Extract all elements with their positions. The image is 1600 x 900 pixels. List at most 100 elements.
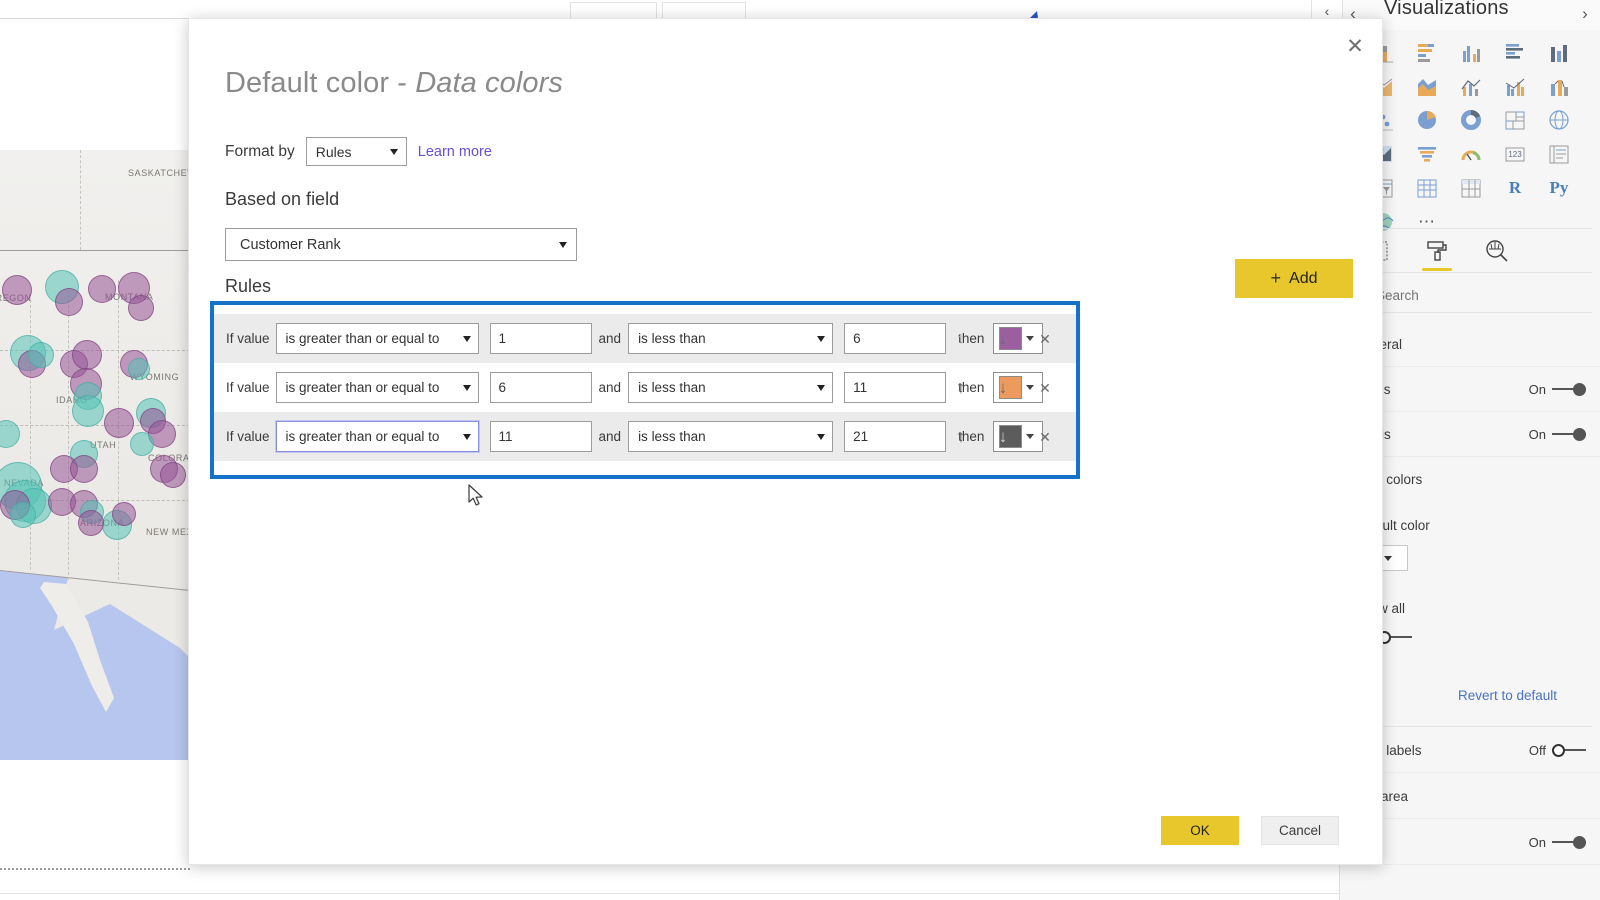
python-visual-icon[interactable]: Py: [1542, 174, 1576, 202]
ribbon-tab-a[interactable]: [570, 2, 657, 19]
stacked-column-chart-icon[interactable]: [1410, 38, 1444, 66]
and-label: and: [598, 380, 622, 395]
rule-operator1-select[interactable]: is greater than or equal to: [275, 421, 479, 452]
ok-button[interactable]: OK: [1161, 816, 1239, 845]
100-stacked-bar-icon[interactable]: [1542, 38, 1576, 66]
rule-operator1-select[interactable]: is greater than or equal to: [275, 372, 479, 403]
toggle-state-label: On: [1528, 381, 1546, 397]
rule-operator2-value: is less than: [638, 429, 706, 444]
format-by-select[interactable]: Rules: [305, 137, 407, 166]
search-input[interactable]: [1374, 283, 1588, 307]
format-pane-tabs: [1360, 232, 1590, 271]
table-icon-glyph: [1417, 179, 1437, 198]
data-labels-toggle[interactable]: Off: [1529, 743, 1586, 758]
analytics-tab[interactable]: [1480, 236, 1514, 266]
move-down-button[interactable]: ↓: [988, 324, 1018, 354]
ribbon-tab-b[interactable]: [662, 2, 746, 19]
toggle-switch[interactable]: [1552, 835, 1586, 849]
rule-value1-input[interactable]: [489, 421, 592, 452]
move-up-button[interactable]: ↑: [946, 373, 976, 403]
visual-type-gallery[interactable]: 123 R Py ⋯: [1366, 38, 1588, 238]
dialog-title-main: Default color: [225, 67, 390, 99]
close-icon: ✕: [1039, 428, 1051, 445]
move-down-button[interactable]: ↓: [988, 422, 1018, 452]
move-up-button[interactable]: ↑: [946, 324, 976, 354]
stacked-area-chart-icon[interactable]: [1410, 72, 1444, 100]
visualizations-pane-title: Visualizations: [1384, 0, 1509, 19]
chevron-down-icon: [559, 241, 567, 248]
close-icon: ✕: [1039, 330, 1051, 347]
move-down-button[interactable]: ↓: [988, 373, 1018, 403]
toggle-switch[interactable]: [1378, 631, 1413, 644]
py-label: Py: [1549, 178, 1569, 197]
based-on-field-heading: Based on field: [225, 189, 340, 209]
funnel-icon-glyph: [1418, 147, 1436, 162]
add-rule-label: Add: [1289, 269, 1318, 287]
arrow-down-icon: ↓: [998, 378, 1008, 397]
rule-operator1-select[interactable]: is greater than or equal to: [275, 323, 479, 354]
chevron-down-icon: [462, 335, 471, 342]
rule-operator1-value: is greater than or equal to: [285, 331, 440, 346]
delete-rule-button[interactable]: ✕: [1030, 373, 1060, 403]
dialog-title: Default color - Data colors: [225, 67, 563, 100]
rule-operator1-value: is greater than or equal to: [285, 380, 440, 395]
clustered-column-chart-icon[interactable]: [1498, 38, 1532, 66]
based-on-field-select[interactable]: Customer Rank: [225, 228, 577, 261]
delete-rule-button[interactable]: ✕: [1030, 422, 1060, 452]
format-search-row[interactable]: [1352, 282, 1588, 308]
chevron-down-icon: [389, 148, 398, 155]
svg-text:123: 123: [1508, 150, 1522, 159]
ellipsis-icon: ⋯: [1418, 212, 1436, 231]
rule-value1-input[interactable]: [489, 372, 592, 403]
rule-row-actions: ↑ ↓ ✕: [746, 363, 1076, 412]
map-icon[interactable]: [1542, 106, 1576, 134]
toggle-switch[interactable]: [1552, 427, 1586, 441]
ribbon-chart-icon[interactable]: [1542, 72, 1576, 100]
close-icon[interactable]: ✕: [1340, 31, 1370, 61]
y-axis-toggle[interactable]: On: [1529, 382, 1586, 397]
revert-to-default-link[interactable]: Revert to default: [1458, 688, 1557, 703]
toggle-switch[interactable]: [1552, 743, 1586, 757]
chevron-down-icon: [1384, 555, 1392, 561]
add-rule-button[interactable]: + Add: [1235, 259, 1353, 298]
plus-icon: +: [1270, 268, 1282, 288]
line-and-clustered-column-icon[interactable]: [1498, 72, 1532, 100]
rule-value1-input[interactable]: [489, 323, 592, 354]
cancel-button[interactable]: Cancel: [1261, 816, 1339, 845]
donut-chart-icon[interactable]: [1454, 106, 1488, 134]
format-tab[interactable]: [1420, 236, 1454, 271]
if-value-label: If value: [226, 429, 270, 444]
matrix-icon[interactable]: [1454, 174, 1488, 202]
treemap-icon[interactable]: [1498, 106, 1532, 134]
delete-rule-button[interactable]: ✕: [1030, 324, 1060, 354]
canvas-dotted-rule: [0, 868, 190, 870]
rule-operator2-value: is less than: [638, 331, 706, 346]
multi-row-card-icon-glyph: [1549, 145, 1569, 164]
title-toggle[interactable]: On: [1529, 835, 1586, 850]
arrow-down-icon: ↓: [998, 427, 1008, 446]
and-label: and: [598, 429, 622, 444]
move-up-button[interactable]: ↑: [946, 422, 976, 452]
funnel-icon[interactable]: [1410, 140, 1444, 168]
arrow-up-icon: ↑: [956, 427, 966, 446]
clustered-bar-chart-icon[interactable]: [1454, 38, 1488, 66]
chevron-right-icon[interactable]: ›: [1576, 3, 1594, 25]
pie-chart-icon[interactable]: [1410, 106, 1444, 134]
line-and-clustered-column-icon-glyph: [1505, 78, 1525, 96]
learn-more-link[interactable]: Learn more: [418, 144, 492, 160]
pane-divider: [1348, 312, 1592, 313]
multi-row-card-icon[interactable]: [1542, 140, 1576, 168]
r-script-visual-icon[interactable]: R: [1498, 174, 1532, 202]
treemap-icon-glyph: [1505, 111, 1525, 130]
card-icon[interactable]: 123: [1498, 140, 1532, 168]
arrow-down-icon: ↓: [998, 329, 1008, 348]
chevron-down-icon: [462, 384, 471, 391]
line-and-stacked-column-icon[interactable]: [1454, 72, 1488, 100]
gauge-icon[interactable]: [1454, 140, 1488, 168]
table-icon[interactable]: [1410, 174, 1444, 202]
rule-row-actions: ↑ ↓ ✕: [746, 314, 1076, 363]
toggle-switch[interactable]: [1552, 382, 1586, 396]
x-axis-toggle[interactable]: On: [1529, 427, 1586, 442]
format-by-row: Format by Rules Learn more: [225, 137, 492, 166]
card-icon-glyph: 123: [1505, 147, 1525, 162]
